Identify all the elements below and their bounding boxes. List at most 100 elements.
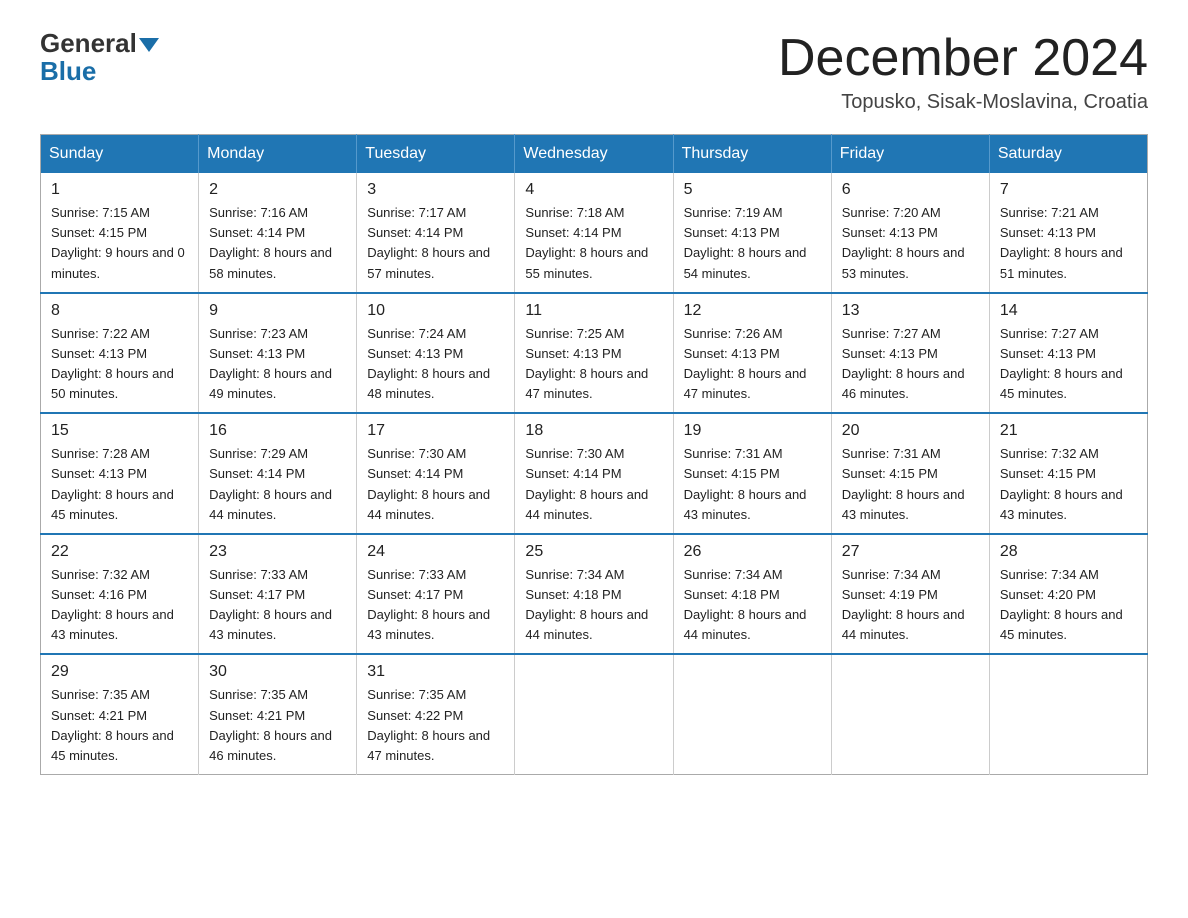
table-row: 21Sunrise: 7:32 AMSunset: 4:15 PMDayligh…: [989, 413, 1147, 534]
day-info: Sunrise: 7:23 AMSunset: 4:13 PMDaylight:…: [209, 324, 346, 405]
table-row: 20 Sunrise: 7:31 AMSunset: 4:15 PMDayligh…: [831, 413, 989, 534]
logo: General Blue: [40, 30, 159, 84]
day-number: 1: [51, 181, 188, 199]
logo-general-label: General: [40, 28, 137, 58]
calendar-table: Sunday Monday Tuesday Wednesday Thursday…: [40, 134, 1148, 775]
day-number: 19: [684, 422, 821, 440]
day-number: 10: [367, 302, 504, 320]
day-info: Sunrise: 7:35 AMSunset: 4:21 PMDaylight:…: [209, 685, 346, 766]
table-row: 6Sunrise: 7:20 AMSunset: 4:13 PMDaylight…: [831, 173, 989, 293]
col-monday: Monday: [199, 135, 357, 174]
table-row: 13 Sunrise: 7:27 AMSunset: 4:13 PMDayligh…: [831, 293, 989, 414]
table-row: 28Sunrise: 7:34 AMSunset: 4:20 PMDayligh…: [989, 534, 1147, 655]
table-row: [673, 654, 831, 774]
table-row: 3Sunrise: 7:17 AMSunset: 4:14 PMDaylight…: [357, 173, 515, 293]
calendar-week-1: 1 Sunrise: 7:15 AMSunset: 4:15 PMDaylight…: [41, 173, 1148, 293]
table-row: 26 Sunrise: 7:34 AMSunset: 4:18 PMDayligh…: [673, 534, 831, 655]
day-info: Sunrise: 7:26 AMSunset: 4:13 PMDaylight:…: [684, 324, 821, 405]
day-number: 9: [209, 302, 346, 320]
table-row: 19Sunrise: 7:31 AMSunset: 4:15 PMDayligh…: [673, 413, 831, 534]
day-info: Sunrise: 7:15 AMSunset: 4:15 PMDaylight:…: [51, 203, 188, 284]
day-info: Sunrise: 7:22 AMSunset: 4:13 PMDaylight:…: [51, 324, 188, 405]
table-row: 7 Sunrise: 7:21 AMSunset: 4:13 PMDaylight…: [989, 173, 1147, 293]
table-row: 31 Sunrise: 7:35 AMSunset: 4:22 PMDayligh…: [357, 654, 515, 774]
table-row: 14 Sunrise: 7:27 AMSunset: 4:13 PMDayligh…: [989, 293, 1147, 414]
day-number: 29: [51, 663, 188, 681]
day-number: 25: [525, 543, 662, 561]
calendar-week-3: 15Sunrise: 7:28 AMSunset: 4:13 PMDayligh…: [41, 413, 1148, 534]
day-number: 18: [525, 422, 662, 440]
table-row: [831, 654, 989, 774]
table-row: 8 Sunrise: 7:22 AMSunset: 4:13 PMDaylight…: [41, 293, 199, 414]
day-info: Sunrise: 7:32 AMSunset: 4:16 PMDaylight:…: [51, 565, 188, 646]
table-row: 10Sunrise: 7:24 AMSunset: 4:13 PMDayligh…: [357, 293, 515, 414]
table-row: 15Sunrise: 7:28 AMSunset: 4:13 PMDayligh…: [41, 413, 199, 534]
table-row: 17Sunrise: 7:30 AMSunset: 4:14 PMDayligh…: [357, 413, 515, 534]
table-row: 5Sunrise: 7:19 AMSunset: 4:13 PMDaylight…: [673, 173, 831, 293]
col-saturday: Saturday: [989, 135, 1147, 174]
day-info: Sunrise: 7:27 AMSunset: 4:13 PMDaylight:…: [1000, 324, 1137, 405]
table-row: 24 Sunrise: 7:33 AMSunset: 4:17 PMDayligh…: [357, 534, 515, 655]
calendar-header-row: Sunday Monday Tuesday Wednesday Thursday…: [41, 135, 1148, 174]
day-info: Sunrise: 7:34 AMSunset: 4:20 PMDaylight:…: [1000, 565, 1137, 646]
day-number: 31: [367, 663, 504, 681]
day-number: 16: [209, 422, 346, 440]
calendar-week-5: 29 Sunrise: 7:35 AMSunset: 4:21 PMDayligh…: [41, 654, 1148, 774]
day-info: Sunrise: 7:30 AMSunset: 4:14 PMDaylight:…: [525, 444, 662, 525]
table-row: 25 Sunrise: 7:34 AMSunset: 4:18 PMDayligh…: [515, 534, 673, 655]
col-wednesday: Wednesday: [515, 135, 673, 174]
table-row: 2 Sunrise: 7:16 AMSunset: 4:14 PMDaylight…: [199, 173, 357, 293]
day-info: Sunrise: 7:21 AMSunset: 4:13 PMDaylight:…: [1000, 203, 1137, 284]
table-row: 27 Sunrise: 7:34 AMSunset: 4:19 PMDayligh…: [831, 534, 989, 655]
col-friday: Friday: [831, 135, 989, 174]
day-number: 24: [367, 543, 504, 561]
logo-blue-label: Blue: [40, 58, 96, 84]
month-title: December 2024: [778, 30, 1148, 87]
day-number: 2: [209, 181, 346, 199]
table-row: 9 Sunrise: 7:23 AMSunset: 4:13 PMDaylight…: [199, 293, 357, 414]
table-row: 16 Sunrise: 7:29 AMSunset: 4:14 PMDayligh…: [199, 413, 357, 534]
day-number: 11: [525, 302, 662, 320]
col-thursday: Thursday: [673, 135, 831, 174]
table-row: [989, 654, 1147, 774]
day-info: Sunrise: 7:31 AMSunset: 4:15 PMDaylight:…: [842, 444, 979, 525]
day-info: Sunrise: 7:34 AMSunset: 4:18 PMDaylight:…: [684, 565, 821, 646]
table-row: 18 Sunrise: 7:30 AMSunset: 4:14 PMDayligh…: [515, 413, 673, 534]
day-number: 17: [367, 422, 504, 440]
table-row: 1 Sunrise: 7:15 AMSunset: 4:15 PMDaylight…: [41, 173, 199, 293]
day-number: 20: [842, 422, 979, 440]
day-info: Sunrise: 7:35 AMSunset: 4:22 PMDaylight:…: [367, 685, 504, 766]
day-number: 13: [842, 302, 979, 320]
day-number: 14: [1000, 302, 1137, 320]
day-info: Sunrise: 7:34 AMSunset: 4:18 PMDaylight:…: [525, 565, 662, 646]
col-sunday: Sunday: [41, 135, 199, 174]
table-row: 11Sunrise: 7:25 AMSunset: 4:13 PMDayligh…: [515, 293, 673, 414]
page-header: General Blue December 2024 Topusko, Sisa…: [40, 30, 1148, 114]
day-info: Sunrise: 7:33 AMSunset: 4:17 PMDaylight:…: [209, 565, 346, 646]
day-number: 23: [209, 543, 346, 561]
day-number: 27: [842, 543, 979, 561]
logo-arrow-icon: [139, 38, 159, 52]
day-number: 30: [209, 663, 346, 681]
calendar-week-4: 22Sunrise: 7:32 AMSunset: 4:16 PMDayligh…: [41, 534, 1148, 655]
day-number: 5: [684, 181, 821, 199]
table-row: 29 Sunrise: 7:35 AMSunset: 4:21 PMDayligh…: [41, 654, 199, 774]
day-number: 7: [1000, 181, 1137, 199]
table-row: 30 Sunrise: 7:35 AMSunset: 4:21 PMDayligh…: [199, 654, 357, 774]
table-row: 4Sunrise: 7:18 AMSunset: 4:14 PMDaylight…: [515, 173, 673, 293]
day-number: 26: [684, 543, 821, 561]
day-info: Sunrise: 7:16 AMSunset: 4:14 PMDaylight:…: [209, 203, 346, 284]
day-number: 6: [842, 181, 979, 199]
day-info: Sunrise: 7:32 AMSunset: 4:15 PMDaylight:…: [1000, 444, 1137, 525]
day-info: Sunrise: 7:27 AMSunset: 4:13 PMDaylight:…: [842, 324, 979, 405]
day-info: Sunrise: 7:28 AMSunset: 4:13 PMDaylight:…: [51, 444, 188, 525]
table-row: [515, 654, 673, 774]
day-info: Sunrise: 7:29 AMSunset: 4:14 PMDaylight:…: [209, 444, 346, 525]
day-number: 8: [51, 302, 188, 320]
day-info: Sunrise: 7:35 AMSunset: 4:21 PMDaylight:…: [51, 685, 188, 766]
day-info: Sunrise: 7:33 AMSunset: 4:17 PMDaylight:…: [367, 565, 504, 646]
logo-general-text: General: [40, 30, 159, 56]
day-info: Sunrise: 7:17 AMSunset: 4:14 PMDaylight:…: [367, 203, 504, 284]
table-row: 12Sunrise: 7:26 AMSunset: 4:13 PMDayligh…: [673, 293, 831, 414]
day-info: Sunrise: 7:34 AMSunset: 4:19 PMDaylight:…: [842, 565, 979, 646]
